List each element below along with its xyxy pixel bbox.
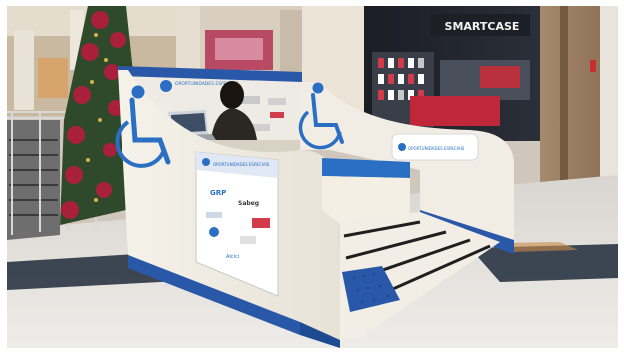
store-sign: SMARTCASE [445, 20, 520, 33]
bench-label: OPORTUNIDADES ESPECIAIS [391, 133, 479, 161]
sponsor-logo [206, 212, 222, 218]
sponsor-logo [209, 227, 219, 237]
bench-label-text: OPORTUNIDADES ESPECIAIS [408, 146, 465, 151]
sponsor-logo: GRP [210, 189, 226, 197]
photo-scene: SMARTCASE OPORTUNIDADES ESPECIAIS OPORTU… [0, 0, 624, 353]
escalator [7, 120, 60, 240]
column [14, 30, 34, 110]
shop-window [38, 58, 68, 98]
sponsor-logo: Sabeg [238, 200, 259, 207]
screen-display [480, 66, 520, 88]
sponsor-logo: Alcici [226, 254, 239, 260]
info-sign-title: OPORTUNIDADES ESPECIAIS [213, 162, 270, 167]
fire-alarm [590, 60, 596, 72]
sponsor-logo [240, 236, 256, 244]
store-counter [410, 96, 500, 126]
sponsor-logo [252, 218, 270, 228]
photo-frame: SMARTCASE OPORTUNIDADES ESPECIAIS OPORTU… [0, 0, 624, 353]
